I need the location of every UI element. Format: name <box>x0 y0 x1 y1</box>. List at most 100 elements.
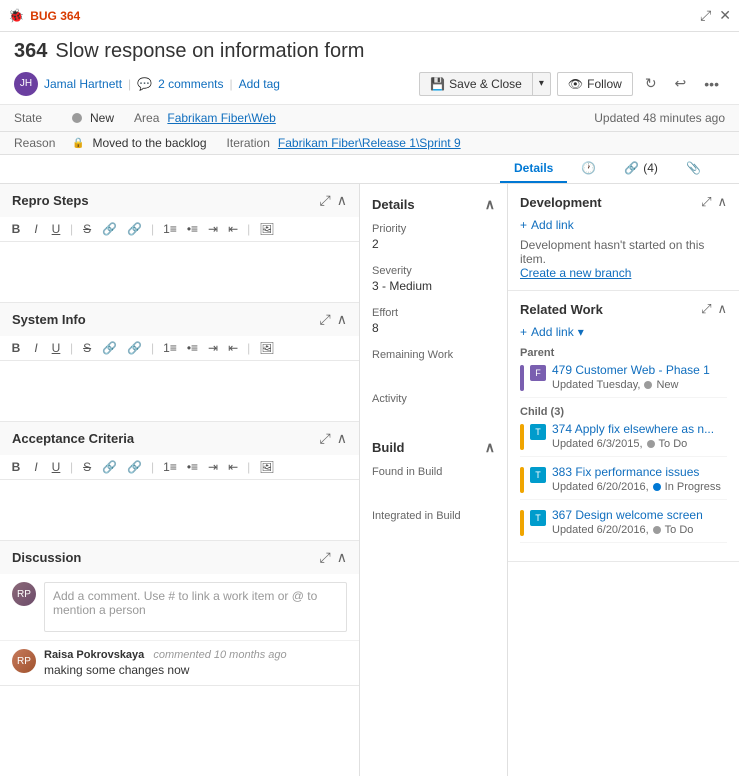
comment-time: commented 10 months ago <box>153 649 286 661</box>
expand-discussion-button[interactable]: ⤢ <box>320 549 331 566</box>
italic-si-button[interactable]: I <box>28 340 44 356</box>
system-info-content[interactable] <box>0 361 359 421</box>
severity-value[interactable]: 3 - Medium <box>372 279 495 293</box>
underline-button[interactable]: U <box>48 221 64 237</box>
italic-button[interactable]: I <box>28 221 44 237</box>
related-updated-367: Updated 6/20/2016, <box>552 524 649 536</box>
state-bar: State New Area Fabrikam Fiber\Web Update… <box>0 105 739 132</box>
collapse-build-button[interactable]: ∧ <box>485 439 495 456</box>
create-branch-link[interactable]: Create a new branch <box>520 266 727 280</box>
activity-value[interactable] <box>372 407 495 423</box>
strikethrough-si-button[interactable]: S <box>79 340 95 356</box>
acceptance-criteria-content[interactable] <box>0 480 359 540</box>
collapse-details-button[interactable]: ∧ <box>485 196 495 213</box>
image-button[interactable]: 🖼 <box>256 221 277 237</box>
found-in-build-label: Found in Build <box>372 466 495 478</box>
remaining-work-value[interactable] <box>372 363 495 379</box>
related-item-383: T 383 Fix performance issues Updated 6/2… <box>520 465 727 500</box>
plus-related-icon: + <box>520 325 527 339</box>
save-main[interactable]: 💾 Save & Close <box>420 73 533 95</box>
related-add-link-button[interactable]: + Add link ▾ <box>520 325 727 339</box>
dev-add-link-button[interactable]: + Add link <box>520 218 727 232</box>
priority-field: Priority 2 <box>372 223 495 251</box>
collapse-discussion-button[interactable]: ∧ <box>337 549 347 566</box>
refresh-button[interactable]: ↻ <box>639 71 663 96</box>
area-value[interactable]: Fabrikam Fiber\Web <box>167 111 275 125</box>
underline-si-button[interactable]: U <box>48 340 64 356</box>
expand-repro-button[interactable]: ⤢ <box>320 192 331 209</box>
tab-history[interactable]: 🕐 <box>567 155 610 183</box>
related-title-383[interactable]: 383 Fix performance issues <box>552 465 727 479</box>
integrated-in-build-field: Integrated in Build <box>372 510 495 540</box>
bold-button[interactable]: B <box>8 221 24 237</box>
outdent-si-button[interactable]: ⇤ <box>225 340 241 356</box>
link1-si-button[interactable]: 🔗 <box>99 340 120 356</box>
italic-ac-button[interactable]: I <box>28 459 44 475</box>
undo-button[interactable]: ↩ <box>669 71 693 96</box>
related-title-374[interactable]: 374 Apply fix elsewhere as n... <box>552 422 727 436</box>
effort-value[interactable]: 8 <box>372 321 495 335</box>
priority-value[interactable]: 2 <box>372 237 495 251</box>
collapse-sysinfo-button[interactable]: ∧ <box>337 311 347 328</box>
strikethrough-ac-button[interactable]: S <box>79 459 95 475</box>
link2-si-button[interactable]: 🔗 <box>124 340 145 356</box>
list-ul-si-button[interactable]: •≡ <box>184 340 201 356</box>
main-header: 364 Slow response on information form JH… <box>0 32 739 105</box>
comments-count[interactable]: 2 comments <box>158 77 223 91</box>
bold-si-button[interactable]: B <box>8 340 24 356</box>
collapse-repro-button[interactable]: ∧ <box>337 192 347 209</box>
related-updated-383: Updated 6/20/2016, <box>552 481 649 493</box>
comment-input[interactable]: Add a comment. Use # to link a work item… <box>44 582 347 632</box>
collapse-ac-button[interactable]: ∧ <box>337 430 347 447</box>
image-ac-button[interactable]: 🖼 <box>256 459 277 475</box>
save-dropdown-arrow[interactable]: ▾ <box>533 74 550 93</box>
close-button[interactable]: ✕ <box>719 7 731 24</box>
more-button[interactable]: ••• <box>698 72 725 96</box>
outdent-ac-button[interactable]: ⇤ <box>225 459 241 475</box>
list-ol-button[interactable]: 1≡ <box>160 221 180 237</box>
expand-dev-button[interactable]: ⤢ <box>701 194 711 210</box>
link1-ac-button[interactable]: 🔗 <box>99 459 120 475</box>
link2-button[interactable]: 🔗 <box>124 221 145 237</box>
discussion-title: Discussion <box>12 550 81 565</box>
state-value[interactable]: New <box>90 111 114 125</box>
system-info-header: System Info ⤢ ∧ <box>0 303 359 336</box>
outdent-button[interactable]: ⇤ <box>225 221 241 237</box>
list-ol-si-button[interactable]: 1≡ <box>160 340 180 356</box>
iteration-value[interactable]: Fabrikam Fiber\Release 1\Sprint 9 <box>278 136 461 150</box>
add-tag-button[interactable]: Add tag <box>239 77 280 91</box>
collapse-dev-button[interactable]: ∧ <box>717 194 727 210</box>
list-ul-ac-button[interactable]: •≡ <box>184 459 201 475</box>
maximize-button[interactable]: ⤢ <box>700 7 711 24</box>
related-item-title[interactable]: 479 Customer Web - Phase 1 <box>552 363 727 377</box>
development-section: Development ⤢ ∧ + Add link Development h… <box>508 184 739 291</box>
link1-button[interactable]: 🔗 <box>99 221 120 237</box>
underline-ac-button[interactable]: U <box>48 459 64 475</box>
expand-related-button[interactable]: ⤢ <box>701 301 711 317</box>
save-close-button[interactable]: 💾 Save & Close ▾ <box>419 72 551 96</box>
expand-sysinfo-button[interactable]: ⤢ <box>320 311 331 328</box>
tab-details[interactable]: Details <box>500 155 567 183</box>
collapse-related-button[interactable]: ∧ <box>717 301 727 317</box>
found-in-build-value[interactable] <box>372 480 495 496</box>
status-dot <box>644 381 652 389</box>
repro-steps-content[interactable] <box>0 242 359 302</box>
indent-si-button[interactable]: ⇥ <box>205 340 221 356</box>
list-ul-button[interactable]: •≡ <box>184 221 201 237</box>
tab-links[interactable]: 🔗 (4) <box>610 155 672 183</box>
indent-ac-button[interactable]: ⇥ <box>205 459 221 475</box>
image-si-button[interactable]: 🖼 <box>256 340 277 356</box>
indent-button[interactable]: ⇥ <box>205 221 221 237</box>
tab-attachments[interactable]: 📎 <box>672 155 715 183</box>
list-ol-ac-button[interactable]: 1≡ <box>160 459 180 475</box>
follow-button[interactable]: 👁 Follow <box>557 72 633 96</box>
reason-value[interactable]: Moved to the backlog <box>92 136 206 150</box>
bold-ac-button[interactable]: B <box>8 459 24 475</box>
strikethrough-button[interactable]: S <box>79 221 95 237</box>
related-title-367[interactable]: 367 Design welcome screen <box>552 508 727 522</box>
integrated-in-build-value[interactable] <box>372 524 495 540</box>
user-name[interactable]: Jamal Hartnett <box>44 77 122 91</box>
link2-ac-button[interactable]: 🔗 <box>124 459 145 475</box>
expand-ac-button[interactable]: ⤢ <box>320 430 331 447</box>
related-status-374: To Do <box>659 438 688 450</box>
